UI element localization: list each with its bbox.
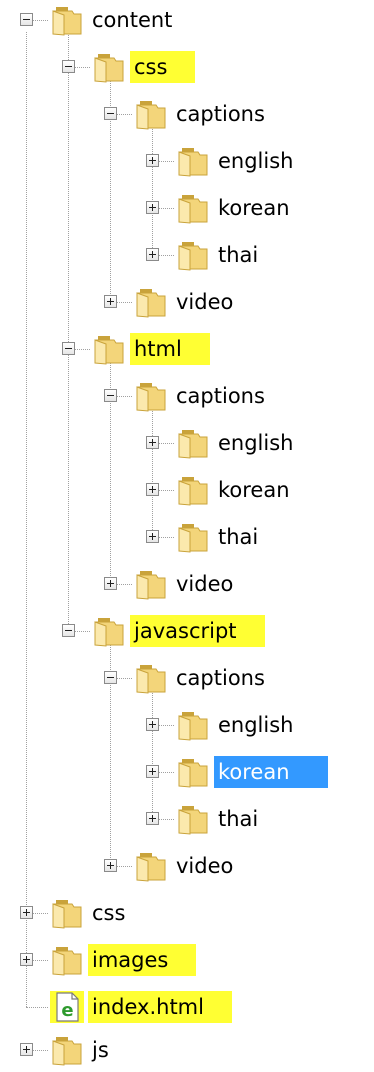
folder-icon <box>176 427 210 459</box>
folder-icon <box>50 944 84 976</box>
expand-toggle[interactable] <box>104 577 117 590</box>
tree-item-label[interactable]: korean <box>214 474 294 506</box>
folder-icon <box>134 286 168 318</box>
folder-icon <box>50 1034 84 1066</box>
folder-icon <box>176 756 210 788</box>
folder-icon <box>134 380 168 412</box>
tree-row: captions <box>0 94 374 134</box>
file-tree: content css captions english korean thai… <box>0 0 374 1072</box>
tree-row: images <box>0 940 374 980</box>
expand-toggle[interactable] <box>146 812 159 825</box>
tree-item-label[interactable]: thai <box>214 239 262 271</box>
svg-text:e: e <box>61 1000 73 1021</box>
tree-item-label[interactable]: thai <box>214 521 262 553</box>
tree-item-label[interactable]: english <box>214 427 297 459</box>
tree-item-label[interactable]: images <box>88 944 197 976</box>
expand-toggle[interactable] <box>146 248 159 261</box>
expand-toggle[interactable] <box>146 718 159 731</box>
folder-icon <box>50 897 84 929</box>
collapse-toggle[interactable] <box>104 107 117 120</box>
expand-toggle[interactable] <box>146 530 159 543</box>
tree-item-label[interactable]: video <box>172 850 237 882</box>
expand-toggle[interactable] <box>20 953 33 966</box>
tree-item-label[interactable]: captions <box>172 98 269 130</box>
folder-icon <box>176 192 210 224</box>
tree-row: english <box>0 705 374 745</box>
tree-item-label[interactable]: video <box>172 568 237 600</box>
tree-item-label[interactable]: javascript <box>130 615 265 647</box>
folder-icon <box>50 4 84 36</box>
tree-item-label[interactable]: content <box>88 4 176 36</box>
folder-icon <box>176 709 210 741</box>
tree-row: english <box>0 423 374 463</box>
expand-toggle[interactable] <box>146 436 159 449</box>
tree-row: video <box>0 846 374 886</box>
html-file-icon: e <box>50 991 84 1023</box>
tree-item-label[interactable]: video <box>172 286 237 318</box>
tree-row: captions <box>0 658 374 698</box>
tree-row: video <box>0 282 374 322</box>
folder-icon <box>176 239 210 271</box>
folder-icon <box>176 803 210 835</box>
tree-item-label[interactable]: captions <box>172 662 269 694</box>
tree-item-label[interactable]: english <box>214 145 297 177</box>
expand-toggle[interactable] <box>146 483 159 496</box>
tree-item-label[interactable]: thai <box>214 803 262 835</box>
tree-row: korean <box>0 470 374 510</box>
tree-row: thai <box>0 799 374 839</box>
tree-row: video <box>0 564 374 604</box>
folder-icon <box>134 850 168 882</box>
folder-icon <box>176 521 210 553</box>
expand-toggle[interactable] <box>20 1043 33 1056</box>
collapse-toggle[interactable] <box>62 342 75 355</box>
tree-row: css <box>0 47 374 87</box>
tree-item-label[interactable]: css <box>88 897 129 929</box>
folder-icon <box>176 145 210 177</box>
collapse-toggle[interactable] <box>104 389 117 402</box>
tree-row: captions <box>0 376 374 416</box>
folder-icon <box>92 51 126 83</box>
tree-item-label[interactable]: css <box>130 51 196 83</box>
folder-icon <box>92 615 126 647</box>
folder-icon <box>176 474 210 506</box>
tree-item-label[interactable]: korean <box>214 756 328 788</box>
collapse-toggle[interactable] <box>62 624 75 637</box>
tree-row: js <box>0 1030 374 1070</box>
tree-item-label[interactable]: english <box>214 709 297 741</box>
tree-item-label[interactable]: index.html <box>88 991 232 1023</box>
expand-toggle[interactable] <box>104 295 117 308</box>
tree-row: css <box>0 893 374 933</box>
tree-row: thai <box>0 517 374 557</box>
expand-toggle[interactable] <box>146 201 159 214</box>
folder-icon <box>134 98 168 130</box>
tree-row: html <box>0 329 374 369</box>
tree-row: thai <box>0 235 374 275</box>
collapse-toggle[interactable] <box>62 60 75 73</box>
tree-row: content <box>0 0 374 40</box>
expand-toggle[interactable] <box>146 154 159 167</box>
tree-row: korean <box>0 752 374 792</box>
tree-row: english <box>0 141 374 181</box>
expand-toggle[interactable] <box>104 859 117 872</box>
folder-icon <box>92 333 126 365</box>
tree-item-label[interactable]: korean <box>214 192 294 224</box>
expand-toggle[interactable] <box>146 765 159 778</box>
tree-row: e index.html <box>0 987 374 1027</box>
collapse-toggle[interactable] <box>104 671 117 684</box>
tree-row: javascript <box>0 611 374 651</box>
tree-item-label[interactable]: html <box>130 333 210 365</box>
folder-icon <box>134 662 168 694</box>
expand-toggle[interactable] <box>20 906 33 919</box>
tree-item-label[interactable]: js <box>88 1034 113 1066</box>
tree-connector <box>26 1007 48 1008</box>
tree-item-label[interactable]: captions <box>172 380 269 412</box>
tree-row: korean <box>0 188 374 228</box>
collapse-toggle[interactable] <box>20 13 33 26</box>
folder-icon <box>134 568 168 600</box>
